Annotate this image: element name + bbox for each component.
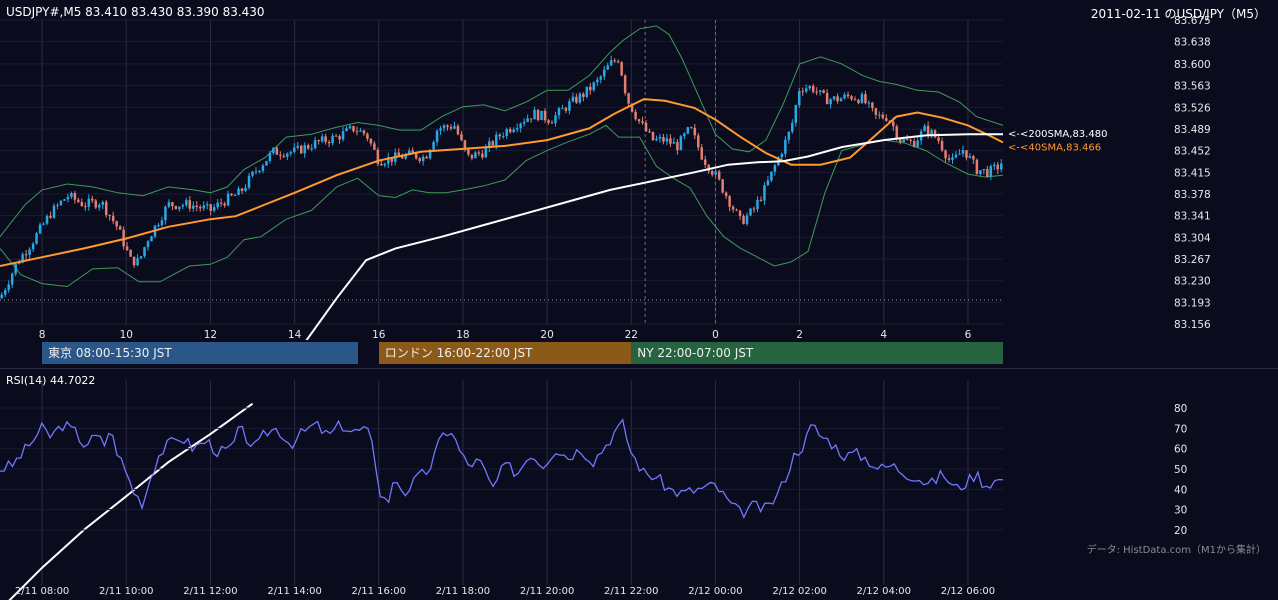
rsi-axis-tick-label: 20 (1174, 525, 1187, 537)
time-axis-date-label: 2/11 16:00 (352, 586, 406, 597)
time-axis-date-label: 2/11 10:00 (99, 586, 153, 597)
rsi-axis-tick-label: 70 (1174, 423, 1187, 435)
time-axis-date-label: 2/11 22:00 (604, 586, 658, 597)
rsi-axis-tick-label: 80 (1174, 403, 1187, 415)
data-credit: データ: HistData.com（M1から集計） (1086, 545, 1266, 556)
rsi-axis-tick-label: 40 (1174, 484, 1187, 496)
rsi-axis-tick-label: 30 (1174, 505, 1187, 517)
time-axis-date-label: 2/12 06:00 (941, 586, 995, 597)
time-axis-date-label: 2/12 00:00 (688, 586, 742, 597)
rsi-chart: 80 70 60 50 40 30 20 2/11 08:00 2/11 10:00 2/11 1… (0, 380, 1187, 600)
time-axis-date-label: 2/11 12:00 (183, 586, 237, 597)
time-axis-date-label: 2/11 18:00 (436, 586, 490, 597)
rsi-axis-tick-label: 60 (1174, 444, 1187, 456)
time-axis-date-label: 2/11 08:00 (15, 586, 69, 597)
time-axis-date-label: 2/11 14:00 (267, 586, 321, 597)
time-axis-date-label: 2/12 02:00 (772, 586, 826, 597)
rsi-axis-tick-label: 50 (1174, 464, 1187, 476)
time-axis-date-label: 2/12 04:00 (857, 586, 911, 597)
time-axis-date-label: 2/11 20:00 (520, 586, 574, 597)
